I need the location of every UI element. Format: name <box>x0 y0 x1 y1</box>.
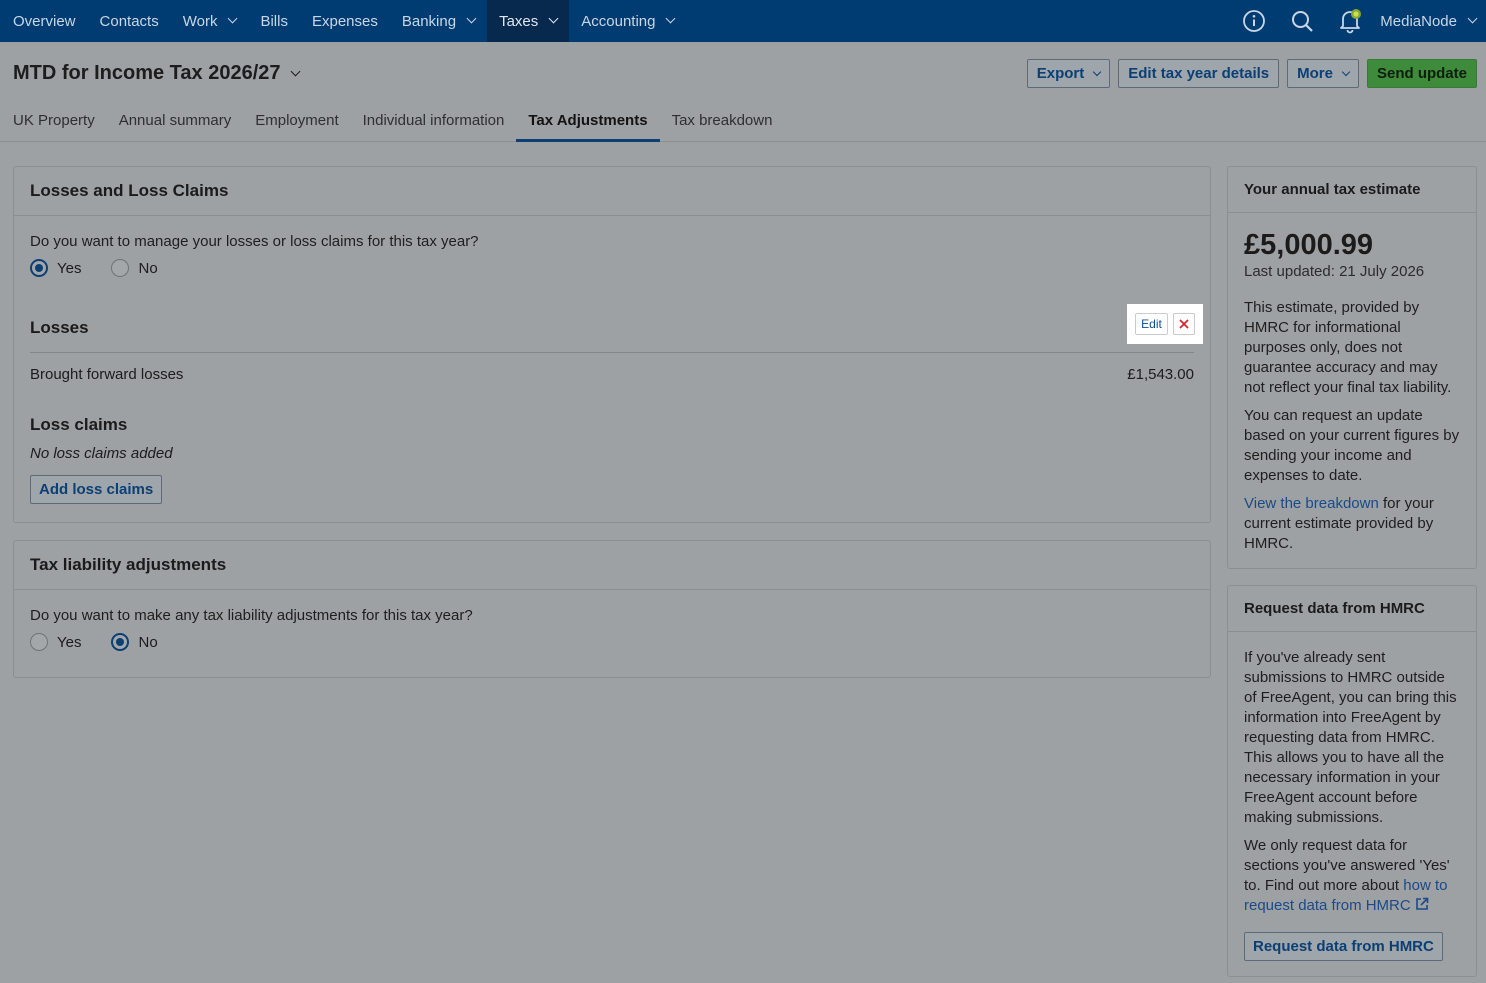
hmrc-card: Request data from HMRC If you've already… <box>1227 585 1477 977</box>
tab-uk-property[interactable]: UK Property <box>0 102 107 142</box>
page-title: MTD for Income Tax 2026/27 <box>13 62 281 84</box>
search-icon[interactable] <box>1278 0 1326 42</box>
edit-label: Edit <box>1141 317 1162 331</box>
tab-tax-adjustments[interactable]: Tax Adjustments <box>516 102 660 142</box>
nav-item-overview[interactable]: Overview <box>0 0 88 42</box>
liability-card-title: Tax liability adjustments <box>14 541 1210 590</box>
losses-no-radio[interactable]: No <box>111 259 158 277</box>
edit-tax-year-button[interactable]: Edit tax year details <box>1118 59 1280 88</box>
send-update-label: Send update <box>1376 65 1467 82</box>
losses-section-title: Losses <box>30 318 89 337</box>
nav-label: Banking <box>401 12 457 30</box>
divider <box>30 352 1194 353</box>
radio-selected[interactable] <box>111 633 130 651</box>
nav-label: Overview <box>13 12 76 30</box>
estimate-breakdown-text: View the breakdown for your current esti… <box>1244 494 1460 554</box>
nav-label: Contacts <box>99 12 159 30</box>
page-header: MTD for Income Tax 2026/27 Export Edit t… <box>0 42 1486 142</box>
estimate-disclaimer: This estimate, provided by HMRC for info… <box>1244 299 1452 396</box>
nav-label: Work <box>182 12 218 30</box>
nav-label: Taxes <box>499 12 539 30</box>
chevron-down-icon <box>666 13 676 24</box>
edit-losses-button[interactable]: Edit <box>1135 313 1168 335</box>
nav-item-contacts[interactable]: Contacts <box>88 0 171 42</box>
delete-losses-button[interactable] <box>1172 313 1195 335</box>
radio-label: No <box>138 259 158 277</box>
add-loss-claims-button[interactable]: Add loss claims <box>30 475 163 504</box>
estimate-updated: Last updated: 21 July 2026 <box>1244 263 1425 280</box>
chevron-down-icon <box>1341 67 1351 76</box>
header-actions: Export Edit tax year details More Send u… <box>1026 59 1477 88</box>
view-breakdown-link[interactable]: View the breakdown <box>1244 495 1379 512</box>
nav-right: MediaNode <box>1230 0 1478 42</box>
chevron-down-icon <box>228 13 238 24</box>
estimate-card-title: Your annual tax estimate <box>1228 167 1476 213</box>
export-label: Export <box>1036 65 1085 82</box>
radio-label: No <box>138 633 158 651</box>
account-name: MediaNode <box>1380 12 1457 30</box>
nav-item-work[interactable]: Work <box>171 0 249 42</box>
losses-row: Brought forward losses £1,543.00 <box>30 366 1194 383</box>
nav-item-banking[interactable]: Banking <box>390 0 487 42</box>
tab-individual-information[interactable]: Individual information <box>351 102 517 142</box>
losses-row-label: Brought forward losses <box>30 366 184 383</box>
more-button[interactable]: More <box>1287 59 1359 88</box>
chevron-down-icon <box>548 13 559 24</box>
radio-unselected[interactable] <box>111 259 130 277</box>
losses-actions: Edit <box>1127 304 1203 344</box>
radio-selected[interactable] <box>30 259 48 277</box>
chevron-down-icon <box>1092 67 1102 76</box>
losses-row-value: £1,543.00 <box>1127 366 1194 383</box>
account-menu[interactable]: MediaNode <box>1380 12 1478 30</box>
edit-tax-year-label: Edit tax year details <box>1128 65 1270 82</box>
losses-question: Do you want to manage your losses or los… <box>30 233 479 250</box>
liability-yes-radio[interactable]: Yes <box>30 633 81 651</box>
tab-bar: UK Property Annual summary Employment In… <box>0 102 784 142</box>
radio-label: Yes <box>57 259 82 277</box>
losses-yes-radio[interactable]: Yes <box>30 259 81 277</box>
losses-radio-group: Yes No <box>30 259 1194 277</box>
liability-card: Tax liability adjustments Do you want to… <box>13 540 1211 678</box>
nav-item-taxes[interactable]: Taxes <box>487 0 570 42</box>
nav-label: Expenses <box>311 12 378 30</box>
info-icon[interactable] <box>1230 0 1278 42</box>
external-link-icon <box>1416 897 1429 910</box>
export-button[interactable]: Export <box>1026 59 1111 88</box>
tax-year-selector[interactable]: MTD for Income Tax 2026/27 <box>13 62 300 85</box>
close-icon <box>1179 319 1189 329</box>
request-data-button[interactable]: Request data from HMRC <box>1244 932 1443 961</box>
hmrc-card-title: Request data from HMRC <box>1228 586 1476 632</box>
losses-card-title: Losses and Loss Claims <box>14 167 1210 216</box>
nav-item-bills[interactable]: Bills <box>248 0 300 42</box>
add-loss-claims-label: Add loss claims <box>39 481 154 498</box>
tab-annual-summary[interactable]: Annual summary <box>107 102 244 142</box>
nav-label: Bills <box>260 12 288 30</box>
tab-tax-breakdown[interactable]: Tax breakdown <box>660 102 785 142</box>
more-label: More <box>1297 65 1333 82</box>
loss-claims-empty: No loss claims added <box>30 445 173 462</box>
liability-radio-group: Yes No <box>30 633 1194 651</box>
hmrc-info: We only request data for sections you've… <box>1244 836 1460 916</box>
tab-employment[interactable]: Employment <box>243 102 350 142</box>
estimate-update-info: You can request an update based on your … <box>1244 407 1460 484</box>
nav-item-expenses[interactable]: Expenses <box>300 0 390 42</box>
chevron-down-icon <box>466 13 477 24</box>
nav-label: Accounting <box>581 12 656 30</box>
bell-icon[interactable] <box>1326 0 1374 42</box>
top-nav: Overview Contacts Work Bills Expenses Ba… <box>0 0 1486 42</box>
nav-item-accounting[interactable]: Accounting <box>569 0 686 42</box>
hmrc-description: If you've already sent submissions to HM… <box>1244 649 1457 826</box>
estimate-amount: £5,000.99 <box>1244 229 1374 261</box>
loss-claims-title: Loss claims <box>30 415 128 434</box>
liability-no-radio[interactable]: No <box>111 633 158 651</box>
losses-card: Losses and Loss Claims Do you want to ma… <box>13 166 1211 523</box>
chevron-down-icon <box>1467 13 1478 24</box>
chevron-down-icon <box>290 66 300 77</box>
request-data-label: Request data from HMRC <box>1253 938 1434 955</box>
estimate-card: Your annual tax estimate £5,000.99 Last … <box>1227 166 1477 569</box>
send-update-button[interactable]: Send update <box>1366 59 1477 88</box>
radio-unselected[interactable] <box>30 633 48 651</box>
liability-question: Do you want to make any tax liability ad… <box>30 607 473 624</box>
radio-label: Yes <box>57 633 82 651</box>
